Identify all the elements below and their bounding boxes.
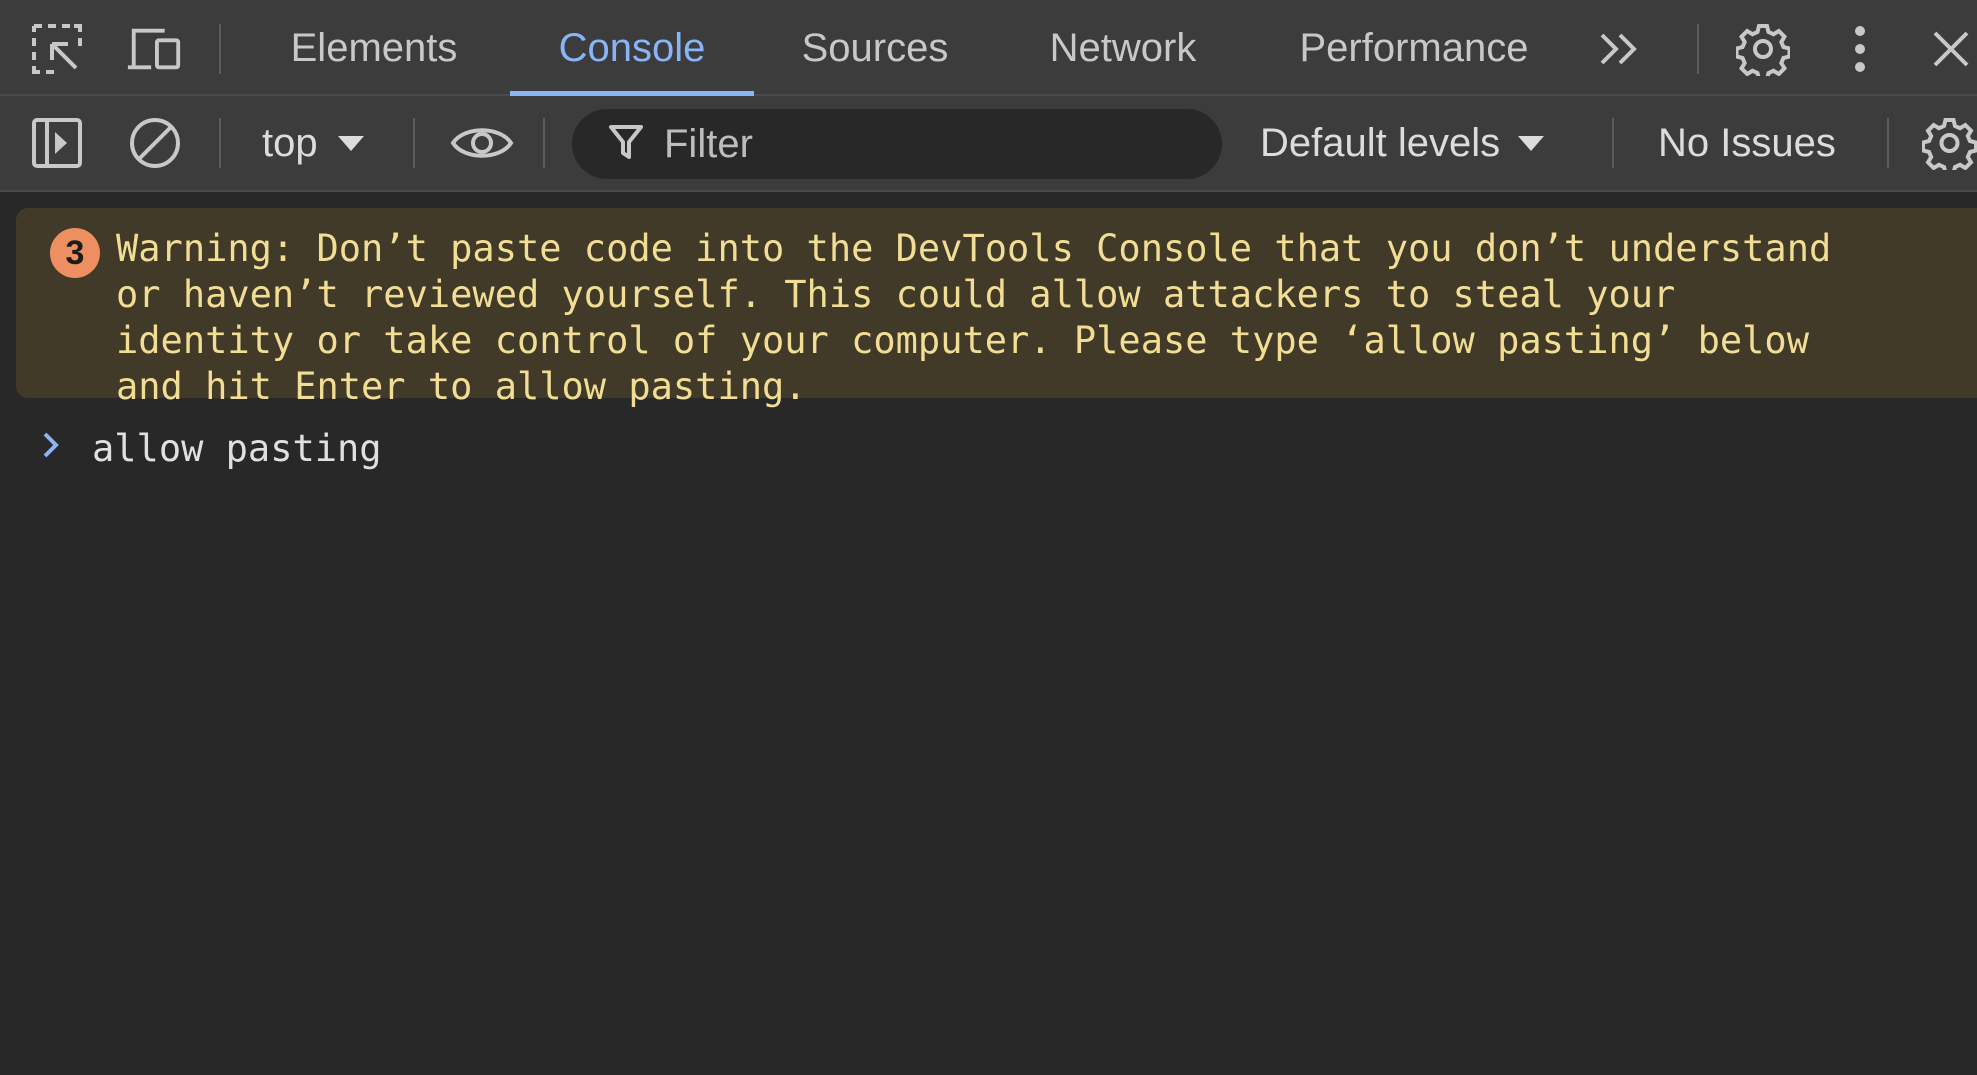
settings-icon[interactable] <box>1734 20 1792 78</box>
tab-sources-label: Sources <box>801 25 949 70</box>
tab-performance-label: Performance <box>1299 25 1529 70</box>
sidebar-toggle-icon[interactable] <box>28 114 86 172</box>
toolbar-divider <box>1612 118 1614 168</box>
filter-input[interactable] <box>662 120 1186 168</box>
issues-label: No Issues <box>1658 120 1836 165</box>
tab-performance[interactable]: Performance <box>1266 0 1562 96</box>
device-toolbar-icon[interactable] <box>126 20 184 78</box>
console-toolbar: top Default le <box>0 96 1977 192</box>
tab-network-label: Network <box>1049 25 1197 70</box>
javascript-context-select[interactable]: top <box>262 96 364 190</box>
warning-text: Warning: Don’t paste code into the DevTo… <box>116 227 1832 408</box>
toolbar-divider <box>1887 118 1889 168</box>
log-levels-dropdown[interactable]: Default levels <box>1260 96 1545 190</box>
tab-elements[interactable]: Elements <box>262 0 486 96</box>
kebab-menu-icon[interactable] <box>1831 20 1889 78</box>
close-icon[interactable] <box>1922 20 1977 78</box>
context-select-value: top <box>262 120 318 165</box>
console-warning-message: 3 Warning: Don’t paste code into the Dev… <box>16 208 1977 408</box>
more-tabs-icon[interactable] <box>1590 20 1648 78</box>
clear-console-icon[interactable] <box>126 114 184 172</box>
toolbar-divider <box>413 118 415 168</box>
chevron-down-icon <box>337 135 364 151</box>
tab-sources[interactable]: Sources <box>770 0 980 96</box>
console-settings-icon[interactable] <box>1922 114 1977 172</box>
toolbar-divider <box>543 118 545 168</box>
inspect-element-icon[interactable] <box>28 20 86 78</box>
chevron-down-icon <box>1518 135 1545 151</box>
filter-funnel-icon <box>608 123 644 166</box>
tab-console-label: Console <box>558 25 706 70</box>
devtools-tab-bar: Elements Console Sources Network Perform… <box>0 0 1977 96</box>
prompt-chevron-icon <box>40 430 62 465</box>
console-input[interactable]: allow pasting <box>92 426 382 472</box>
toolbar-divider <box>219 24 221 74</box>
toolbar-divider <box>219 118 221 168</box>
warning-count-badge: 3 <box>50 228 100 278</box>
log-levels-label: Default levels <box>1260 120 1501 165</box>
console-messages[interactable]: 3 Warning: Don’t paste code into the Dev… <box>0 192 1977 1075</box>
console-filter[interactable] <box>572 109 1222 179</box>
devtools-panel: Elements Console Sources Network Perform… <box>0 0 1977 1075</box>
console-prompt[interactable]: allow pasting <box>0 424 1977 484</box>
tab-network[interactable]: Network <box>1010 0 1236 96</box>
live-expression-eye-icon[interactable] <box>450 114 514 172</box>
tab-console[interactable]: Console <box>510 0 754 96</box>
toolbar-divider <box>1697 24 1699 74</box>
tab-elements-label: Elements <box>290 25 458 70</box>
issues-counter-button[interactable]: No Issues <box>1658 96 1836 190</box>
